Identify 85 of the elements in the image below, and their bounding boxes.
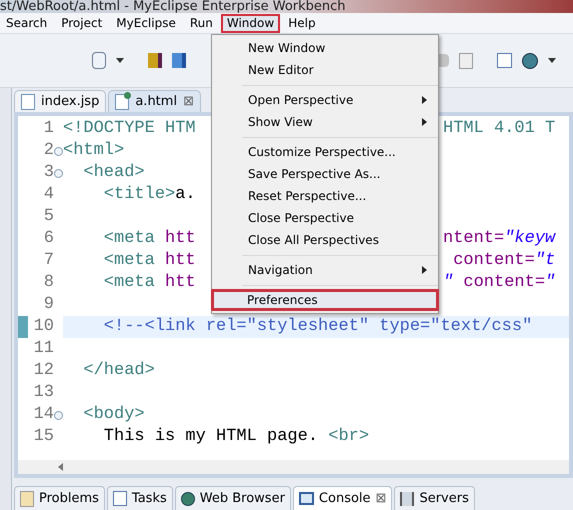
code-text: htt	[165, 273, 196, 292]
code-text: a.	[175, 185, 196, 204]
code-text: <meta	[102, 251, 156, 270]
code-text: <body>	[82, 405, 145, 424]
page-icon[interactable]	[459, 52, 473, 68]
menu-option[interactable]: Show View	[212, 111, 438, 133]
menu-option[interactable]: Navigation	[212, 259, 438, 281]
editor-tab[interactable]: a.html ⊠	[108, 90, 201, 112]
line-number: 15	[34, 426, 54, 448]
editor-tab[interactable]: index.jsp	[14, 90, 106, 112]
line-number: 3	[44, 162, 54, 184]
menu-option[interactable]: Save Perspective As...	[212, 163, 438, 185]
code-text: content=	[462, 273, 546, 292]
menu-option[interactable]: New Window	[212, 37, 438, 59]
horizontal-scrollbar[interactable]	[18, 460, 569, 474]
cube-icon[interactable]	[148, 53, 162, 68]
html-file-icon	[115, 94, 130, 110]
menu-item[interactable]: Window	[220, 14, 280, 32]
left-arrow-icon[interactable]	[58, 463, 63, 471]
line-number: 14	[34, 404, 54, 426]
menu-option[interactable]: Reset Perspective...	[212, 185, 438, 207]
code-text: htt	[165, 251, 196, 270]
view-tab[interactable]: Console ⊠	[292, 486, 392, 510]
caret-icon[interactable]	[116, 58, 124, 63]
fold-icon[interactable]	[54, 410, 63, 420]
code-text: <meta	[102, 229, 156, 248]
submenu-arrow-icon	[422, 266, 427, 274]
line-number: 9	[44, 294, 54, 316]
caret-icon[interactable]	[548, 58, 556, 63]
jsp-file-icon	[21, 94, 35, 110]
line-number: 1	[44, 118, 54, 140]
menu-option[interactable]: Open Perspective	[212, 89, 438, 111]
view-tab[interactable]: Tasks	[106, 486, 173, 510]
submenu-arrow-icon	[422, 118, 427, 126]
code-text: </head>	[82, 361, 155, 380]
code-text: <title>	[102, 185, 176, 204]
code-text: content=	[452, 251, 535, 270]
fold-icon[interactable]	[54, 168, 63, 178]
line-number: 13	[34, 382, 54, 404]
line-number: 4	[44, 184, 54, 206]
view-tab[interactable]: Problems	[14, 486, 105, 510]
line-number: 8	[44, 272, 54, 294]
code-text: <br>	[328, 427, 370, 446]
menu-option[interactable]: Close Perspective	[212, 207, 438, 229]
menu-item[interactable]: MyEclipse	[110, 14, 182, 32]
line-number: 7	[44, 250, 54, 272]
close-icon[interactable]: ⊠	[376, 488, 386, 508]
view-tab[interactable]: Web Browser	[174, 486, 291, 510]
warning-list-icon	[20, 490, 34, 506]
code-text: <!--<link rel="stylesheet" type="text/css"	[102, 317, 532, 336]
code-text: "	[545, 273, 556, 292]
menu-item[interactable]: Help	[282, 14, 322, 32]
line-number: 10	[34, 316, 54, 338]
code-text: "t	[534, 251, 556, 270]
code-text: ntent=	[443, 229, 504, 248]
line-number: 2	[44, 140, 54, 162]
fold-icon[interactable]	[54, 146, 63, 156]
code-text: <head>	[82, 163, 145, 182]
line-number: 11	[34, 338, 54, 360]
close-icon[interactable]: ⊠	[183, 92, 194, 112]
line-number: 6	[44, 228, 54, 250]
globe-icon[interactable]	[522, 52, 538, 68]
submenu-arrow-icon	[422, 96, 427, 104]
view-tab[interactable]: Servers	[394, 486, 475, 510]
menu-option[interactable]: Preferences	[211, 289, 439, 311]
menu-item[interactable]: Run	[184, 14, 219, 32]
code-text: "	[443, 273, 454, 292]
menu-option[interactable]: Close All Perspectives	[212, 229, 438, 251]
line-number: 5	[44, 206, 54, 228]
monitor-icon	[298, 492, 314, 505]
code-text: "keyw	[504, 229, 556, 248]
code-text: htt	[165, 229, 196, 248]
menu-item[interactable]: Project	[55, 14, 108, 32]
code-text: <!DOCTYPE HTM	[63, 119, 196, 138]
code-text: <meta	[102, 273, 156, 292]
code-text: <html>	[63, 141, 124, 160]
code-text: This is my HTML page.	[102, 427, 320, 446]
code-text: HTML 4.01 T	[443, 119, 556, 138]
menu-item[interactable]: Search	[0, 14, 54, 32]
window-title: st/WebRoot/a.html - MyEclipse Enterprise Workbench	[0, 0, 346, 13]
cube-icon[interactable]	[172, 53, 186, 68]
line-number: 12	[34, 360, 54, 382]
menu-option[interactable]: New Editor	[212, 59, 438, 81]
menu-option[interactable]: Customize Perspective...	[212, 141, 438, 163]
globe-icon	[180, 492, 195, 506]
